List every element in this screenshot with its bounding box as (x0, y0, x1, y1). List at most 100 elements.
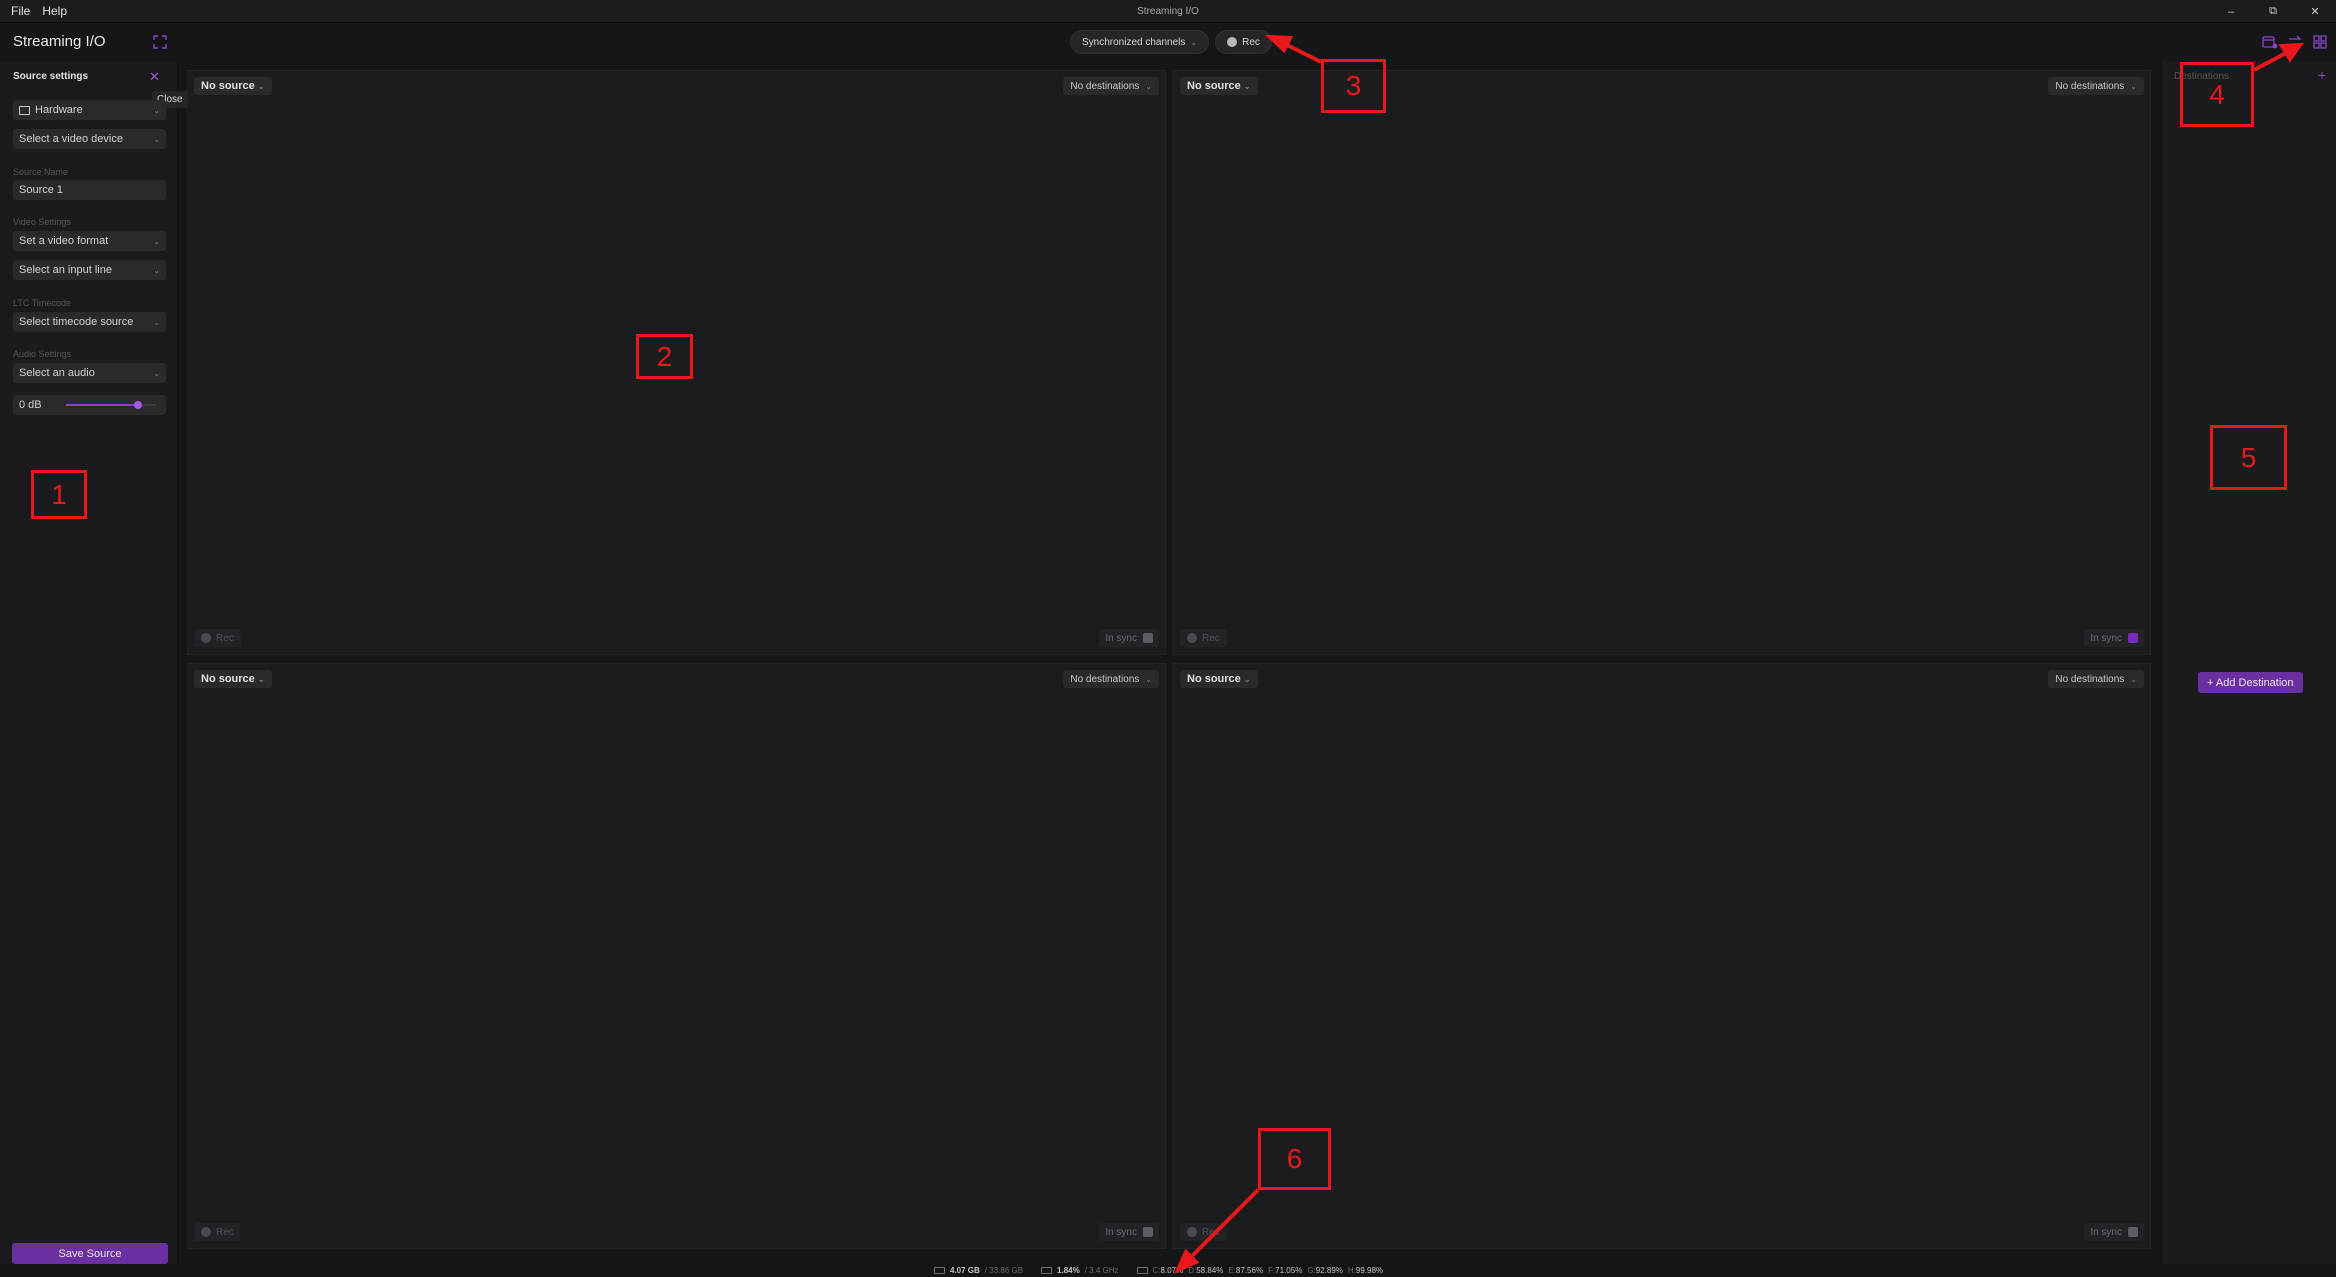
transfer-arrows-icon[interactable] (2286, 34, 2303, 50)
chevron-down-icon: ⌄ (1190, 37, 1198, 47)
drive-percent: 58.84% (1196, 1266, 1224, 1275)
chevron-down-icon: ⌄ (153, 134, 160, 144)
restore-icon[interactable]: ⧉ (2252, 0, 2294, 23)
chevron-down-icon: ⌄ (1145, 674, 1152, 684)
drive-percent: 71.05% (1275, 1266, 1303, 1275)
channel-panel-3: No source ⌄ No destinations ⌄ Rec In sync (187, 663, 1166, 1249)
timecode-source-select[interactable]: Select timecode source ⌄ (13, 312, 166, 332)
minimize-icon[interactable]: – (2210, 0, 2252, 23)
in-sync-toggle[interactable]: In sync (2084, 1223, 2144, 1241)
chevron-down-icon: ⌄ (2130, 674, 2137, 684)
cpu-used: 1.84% (1057, 1266, 1080, 1275)
in-sync-checkbox[interactable] (1143, 633, 1153, 643)
in-sync-checkbox[interactable] (1143, 1227, 1153, 1237)
window-title: Streaming I/O (1137, 6, 1199, 17)
add-icon[interactable]: + (2318, 67, 2326, 83)
destinations-label: No destinations (2055, 673, 2125, 685)
annotation-box-1: 1 (31, 470, 87, 519)
memory-used: 4.07 GB (950, 1266, 980, 1275)
memory-total: / 33.86 GB (984, 1266, 1024, 1275)
drive-usage: E:87.56% (1228, 1266, 1263, 1275)
destinations-dropdown[interactable]: No destinations ⌄ (1063, 670, 1159, 688)
chevron-down-icon: ⌄ (153, 317, 160, 327)
audio-value: Select an audio (19, 367, 95, 379)
global-rec-label: Rec (1242, 36, 1260, 48)
timecode-source-value: Select timecode source (19, 316, 134, 328)
drive-usage: C:8.07% (1153, 1266, 1184, 1275)
hardware-icon (19, 105, 30, 115)
source-label: No source (201, 673, 255, 685)
chevron-down-icon: ⌄ (153, 265, 160, 275)
sync-channels-dropdown[interactable]: Synchronized channels ⌄ (1070, 30, 1210, 54)
input-line-select[interactable]: Select an input line ⌄ (13, 260, 166, 280)
source-name-label: Source Name (13, 167, 69, 177)
source-dropdown[interactable]: No source ⌄ (194, 670, 272, 688)
in-sync-checkbox[interactable] (2128, 1227, 2138, 1237)
in-sync-label: In sync (1105, 632, 1137, 644)
menu-help[interactable]: Help (42, 4, 67, 18)
drive-letter: C: (1152, 1266, 1161, 1275)
source-name-input[interactable]: Source 1 (13, 180, 166, 200)
video-format-select[interactable]: Set a video format ⌄ (13, 231, 166, 251)
in-sync-toggle[interactable]: In sync (1099, 1223, 1159, 1241)
channel-rec-button[interactable]: Rec (194, 629, 241, 647)
fullscreen-icon[interactable] (153, 35, 167, 49)
app-header: Streaming I/O Synchronized channels ⌄ Re… (0, 23, 2336, 61)
video-device-select[interactable]: Select a video device ⌄ (13, 129, 166, 149)
status-bar: 4.07 GB / 33.86 GB 1.84% / 3.4 GHz C:8.0… (0, 1264, 2336, 1277)
input-line-value: Select an input line (19, 264, 112, 276)
destinations-dropdown[interactable]: No destinations ⌄ (1063, 77, 1159, 95)
in-sync-label: In sync (1105, 1226, 1137, 1238)
record-dot-icon (1187, 1227, 1197, 1237)
in-sync-label: In sync (2090, 1226, 2122, 1238)
chevron-down-icon: ⌄ (153, 368, 160, 378)
drive-percent: 92.89% (1315, 1266, 1343, 1275)
grid-layout-icon[interactable] (2311, 34, 2328, 50)
save-source-button[interactable]: Save Source (12, 1243, 168, 1264)
annotation-box-2: 2 (636, 334, 693, 379)
gain-slider[interactable] (65, 395, 156, 415)
in-sync-toggle[interactable]: In sync (1099, 629, 1159, 647)
source-name-value: Source 1 (19, 184, 64, 196)
drive-percent: 87.56% (1235, 1266, 1264, 1275)
channel-rec-label: Rec (1202, 1226, 1220, 1238)
global-rec-button[interactable]: Rec (1215, 30, 1272, 54)
audio-select[interactable]: Select an audio ⌄ (13, 363, 166, 383)
video-settings-label: Video Settings (13, 217, 71, 227)
annotation-box-5: 5 (2210, 425, 2287, 490)
record-dot-icon (1227, 37, 1238, 47)
source-type-dropdown[interactable]: Hardware ⌄ (13, 100, 166, 120)
channel-rec-button[interactable]: Rec (1180, 629, 1227, 647)
channel-rec-label: Rec (216, 632, 234, 644)
destinations-label: No destinations (1070, 80, 1140, 92)
drive-usage: F:71.05% (1268, 1266, 1302, 1275)
video-format-value: Set a video format (19, 235, 109, 247)
channel-rec-button[interactable]: Rec (194, 1223, 241, 1241)
calendar-settings-icon[interactable] (2261, 34, 2278, 50)
source-label: No source (1187, 673, 1241, 685)
source-label: No source (201, 80, 255, 92)
destinations-dropdown[interactable]: No destinations ⌄ (2048, 670, 2144, 688)
chevron-down-icon: ⌄ (1145, 81, 1152, 91)
channel-rec-button[interactable]: Rec (1180, 1223, 1227, 1241)
menu-file[interactable]: File (11, 4, 30, 18)
destinations-dropdown[interactable]: No destinations ⌄ (2048, 77, 2144, 95)
record-dot-icon (201, 1227, 211, 1237)
ltc-timecode-label: LTC Timecode (13, 298, 71, 308)
source-dropdown[interactable]: No source ⌄ (194, 77, 272, 95)
add-destination-button[interactable]: + Add Destination (2198, 672, 2303, 693)
disk-usage: C:8.07% D:58.84% E:87.56% F:71.05% G:92.89% H… (1136, 1266, 1383, 1275)
gain-knob[interactable] (133, 401, 142, 409)
close-window-icon[interactable]: ✕ (2294, 0, 2336, 23)
in-sync-label: In sync (2090, 632, 2122, 644)
source-dropdown[interactable]: No source ⌄ (1180, 77, 1258, 95)
drive-percent: 8.07% (1160, 1266, 1184, 1275)
in-sync-checkbox[interactable] (2128, 633, 2138, 643)
cpu-frequency: / 3.4 GHz (1084, 1266, 1119, 1275)
channel-rec-label: Rec (216, 1226, 234, 1238)
drive-letter: G: (1307, 1266, 1316, 1275)
in-sync-toggle[interactable]: In sync (2084, 629, 2144, 647)
cpu-icon (1041, 1267, 1053, 1274)
source-dropdown[interactable]: No source ⌄ (1180, 670, 1258, 688)
close-icon[interactable]: ✕ (149, 69, 160, 85)
